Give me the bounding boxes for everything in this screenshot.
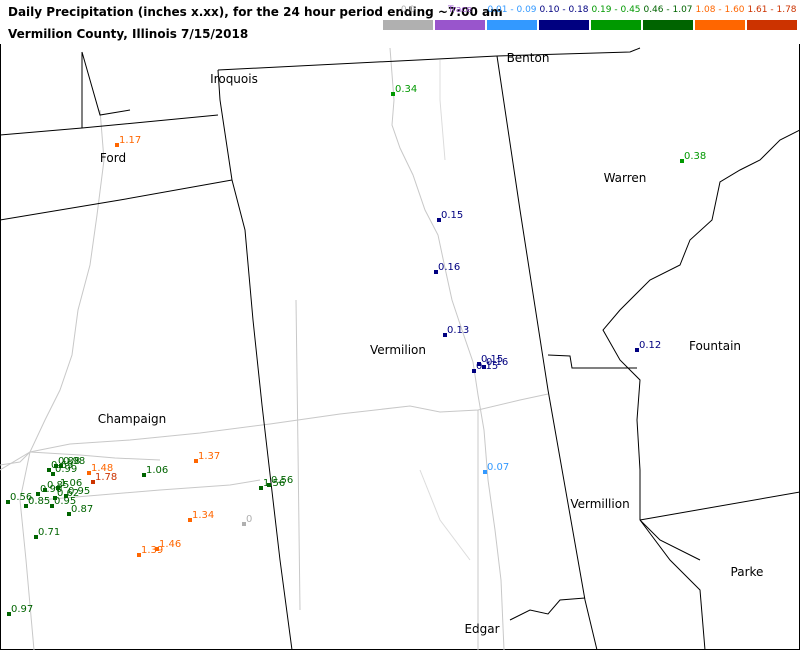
map-area: Iroquois Benton Ford Warren Vermilion Fountai… [0,44,800,650]
station-value: 0.38 [684,151,706,162]
station[interactable]: 0.97 [7,604,33,616]
county-label: Parke [731,565,764,579]
station[interactable]: 1.34 [188,510,214,522]
legend-label: 0.46 - 1.07 [643,5,693,15]
station[interactable]: 1.39 [137,545,163,557]
legend-item: 0.46 - 1.07 [642,5,694,30]
legend-label: Trace [448,5,472,15]
station[interactable]: 1.78 [91,472,117,484]
station-value: 1.39 [141,545,163,556]
station[interactable]: 1.06 [142,465,168,477]
legend-item: 0.19 - 0.45 [590,5,642,30]
station-value: 0.15 [441,210,463,221]
station-value: 0.16 [438,262,460,273]
station[interactable]: 0.07 [483,462,509,474]
station-value: 0.87 [71,504,93,515]
station[interactable]: 0.12 [635,340,661,352]
station-value: 1.37 [198,451,220,462]
map-header: Daily Precipitation (inches x.xx), for t… [0,0,800,44]
station[interactable]: 0.56 [267,475,293,487]
legend-swatch [487,20,537,30]
county-labels: Iroquois Benton Ford Warren Vermilion Fountai… [98,51,764,636]
county-label: Champaign [98,412,167,426]
county-label: Warren [604,171,647,185]
station[interactable]: 1.17 [115,135,141,147]
rivers [419,60,471,561]
legend-item: 0.10 - 0.18 [538,5,590,30]
legend-swatch [383,20,433,30]
station[interactable]: 0.15 [437,210,463,222]
station[interactable]: 0.99 [51,464,77,476]
station-value: 1.34 [192,510,214,521]
station[interactable]: 0 [242,514,252,526]
station-value: 1.06 [146,465,168,476]
county-label: Fountain [689,339,741,353]
legend-item: 0.01 - 0.09 [486,5,538,30]
station-value: 0.07 [487,462,509,473]
station[interactable]: 0.15 [472,361,498,373]
county-label: Ford [100,151,126,165]
precipitation-legend: 0.0 Trace 0.01 - 0.09 0.10 - 0.18 0.19 - 0.4… [382,5,798,41]
station-value: 1.17 [119,135,141,146]
station-value: 0.56 [271,475,293,486]
legend-swatch [539,20,589,30]
legend-swatch [643,20,693,30]
station[interactable]: 1.37 [194,451,220,463]
county-label: Vermillion [570,497,629,511]
station[interactable]: 0.16 [434,262,460,274]
station-value: 1.78 [95,472,117,483]
station-value: 0.71 [38,527,60,538]
legend-item: 0.0 [382,5,434,30]
county-label: Edgar [464,622,499,636]
station[interactable]: 0.85 [24,496,50,508]
legend-label: 0.01 - 0.09 [487,5,537,15]
station-value: 0.99 [55,464,77,475]
legend-swatch [591,20,641,30]
legend-item: Trace [434,5,486,30]
county-label: Benton [507,51,550,65]
station-value: 0.85 [28,496,50,507]
legend-item: 1.08 - 1.60 [694,5,746,30]
county-label: Vermilion [370,343,426,357]
station-value: 0 [246,514,252,525]
station[interactable]: 0.71 [34,527,60,539]
station-value: 0.13 [447,325,469,336]
roads [0,47,549,650]
legend-label: 1.61 - 1.78 [747,5,797,15]
station-value: 0.97 [11,604,33,615]
station-value: 0.15 [476,361,498,372]
legend-label: 0.0 [400,5,416,15]
station[interactable]: 0.87 [67,504,93,516]
legend-label: 0.19 - 0.45 [591,5,641,15]
station[interactable]: 0.13 [443,325,469,337]
legend-swatch [435,20,485,30]
station[interactable]: 0.38 [680,151,706,163]
station-value: 0.34 [395,84,417,95]
station-value: 0.12 [639,340,661,351]
map-svg: Iroquois Benton Ford Warren Vermilion Fountai… [0,47,800,650]
legend-item: 1.61 - 1.78 [746,5,798,30]
map-subtitle: Vermilion County, Illinois 7/15/2018 [8,27,249,41]
county-label: Iroquois [210,72,258,86]
station[interactable]: 0.34 [391,84,417,96]
legend-label: 0.10 - 0.18 [539,5,589,15]
legend-swatch [695,20,745,30]
legend-swatch [747,20,797,30]
legend-label: 1.08 - 1.60 [695,5,745,15]
